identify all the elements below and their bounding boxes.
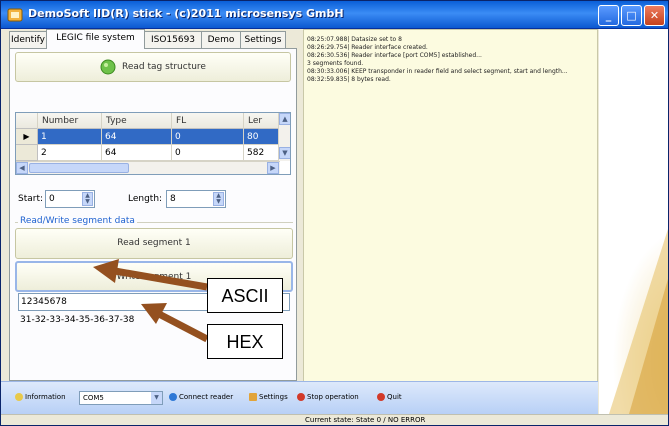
chevron-down-icon[interactable]: ▼: [151, 392, 162, 404]
cell-fl: 0: [172, 129, 244, 145]
length-spinner[interactable]: 8 ▲ ▼: [166, 190, 226, 208]
settings-label: Settings: [259, 393, 288, 401]
connect-reader-button[interactable]: Connect reader: [169, 393, 233, 401]
log-line: 3 segments found.: [307, 60, 364, 67]
stop-operation-label: Stop operation: [307, 393, 359, 401]
stop-operation-button[interactable]: Stop operation: [297, 393, 359, 401]
length-label: Length:: [128, 194, 163, 204]
status-text: Current state: State 0 / NO ERROR: [305, 416, 426, 424]
cell-number: 1: [38, 129, 102, 145]
grid-header: Number Type FL Ler: [16, 113, 290, 129]
status-bar: Current state: State 0 / NO ERROR: [1, 414, 668, 425]
spinner-arrows-icon[interactable]: ▲ ▼: [82, 192, 93, 206]
connect-reader-label: Connect reader: [179, 393, 234, 401]
connect-icon: [169, 393, 177, 401]
information-label: Information: [25, 393, 66, 401]
close-icon: ✕: [649, 9, 660, 22]
scroll-up-icon[interactable]: ▲: [279, 113, 290, 125]
information-item[interactable]: Information: [15, 393, 66, 401]
scroll-right-icon[interactable]: ▶: [267, 162, 279, 174]
tab-identify[interactable]: Identify: [9, 31, 47, 48]
close-button[interactable]: ✕: [644, 5, 665, 26]
title-bar[interactable]: DemoSoft IID(R) stick - (c)2011 microsen…: [1, 1, 668, 29]
grid-horizontal-scrollbar[interactable]: ◀ ▶: [16, 161, 280, 174]
cell-len: 80: [244, 129, 280, 145]
maximize-button[interactable]: □: [621, 5, 642, 26]
minimize-button[interactable]: _: [598, 5, 619, 26]
cell-type: 64: [102, 129, 172, 145]
read-segment-button[interactable]: Read segment 1: [15, 228, 293, 259]
port-select[interactable]: COM5 ▼: [79, 391, 163, 405]
tab-iso15693[interactable]: ISO15693: [144, 31, 202, 48]
bottom-toolbar: Information COM5 ▼ Connect reader Settin…: [1, 381, 598, 414]
tab-strip: Identify LEGIC file system ISO15693 Demo…: [9, 29, 297, 49]
settings-button[interactable]: Settings: [249, 393, 288, 401]
length-value: 8: [170, 194, 176, 204]
log-line: 08:25:07.988| Datasize set to 8: [307, 36, 402, 43]
grid-col-type[interactable]: Type: [102, 113, 172, 129]
read-icon: [100, 59, 116, 74]
grid-col-fl[interactable]: FL: [172, 113, 244, 129]
quit-button[interactable]: Quit: [377, 393, 402, 401]
cell-type: 64: [102, 145, 172, 161]
tab-demo[interactable]: Demo: [201, 31, 241, 48]
scroll-thumb[interactable]: [29, 163, 129, 173]
cell-len: 582: [244, 145, 280, 161]
start-spinner[interactable]: 0 ▲ ▼: [45, 190, 95, 208]
row-selector-icon: ▶: [16, 129, 38, 145]
maximize-icon: □: [626, 9, 637, 22]
spinner-arrows-icon[interactable]: ▲ ▼: [213, 192, 224, 206]
row-header: [16, 145, 38, 161]
app-window: DemoSoft IID(R) stick - (c)2011 microsen…: [0, 0, 669, 426]
log-line: 08:26:29.754| Reader interface created.: [307, 44, 428, 51]
minimize-icon: _: [605, 9, 612, 22]
cell-number: 2: [38, 145, 102, 161]
log-line: 08:30:33.006| KEEP transponder in reader…: [307, 68, 568, 75]
start-value: 0: [49, 194, 55, 204]
group-title: Read/Write segment data: [18, 216, 137, 226]
window-title: DemoSoft IID(R) stick - (c)2011 microsen…: [28, 7, 344, 20]
log-line: 08:26:30.536| Reader interface [port COM…: [307, 52, 482, 59]
table-row[interactable]: ▶ 1 64 0 80: [16, 129, 284, 145]
ascii-callout: ASCII: [207, 278, 283, 313]
tab-legic-file-system[interactable]: LEGIC file system: [46, 29, 145, 49]
log-panel[interactable]: 08:25:07.988| Datasize set to 8 08:26:29…: [303, 29, 598, 414]
stop-icon: [297, 393, 305, 401]
tab-settings[interactable]: Settings: [240, 31, 286, 48]
start-label: Start:: [18, 194, 44, 204]
grid-col-number[interactable]: Number: [38, 113, 102, 129]
hex-callout: HEX: [207, 324, 283, 359]
read-tag-structure-label: Read tag structure: [122, 62, 206, 72]
scroll-left-icon[interactable]: ◀: [16, 162, 28, 174]
product-stick-image: [599, 29, 668, 414]
scroll-down-icon[interactable]: ▼: [279, 147, 290, 159]
grid-corner: [16, 113, 38, 129]
stick-illustration: [599, 29, 668, 414]
settings-icon: [249, 393, 257, 401]
port-value: COM5: [83, 394, 104, 402]
grid-col-len[interactable]: Ler: [244, 113, 280, 129]
quit-icon: [377, 393, 385, 401]
information-icon: [15, 393, 23, 401]
quit-label: Quit: [387, 393, 402, 401]
read-tag-structure-button[interactable]: Read tag structure: [15, 52, 291, 82]
app-icon: [7, 8, 23, 22]
table-row[interactable]: 2 64 0 582: [16, 145, 284, 161]
grid-vertical-scrollbar[interactable]: ▲ ▼: [278, 113, 290, 161]
cell-fl: 0: [172, 145, 244, 161]
segment-grid[interactable]: Number Type FL Ler ▶ 1 64 0 80 2 64 0 58…: [15, 112, 291, 175]
log-line: 08:32:59.835| 8 bytes read.: [307, 76, 391, 83]
